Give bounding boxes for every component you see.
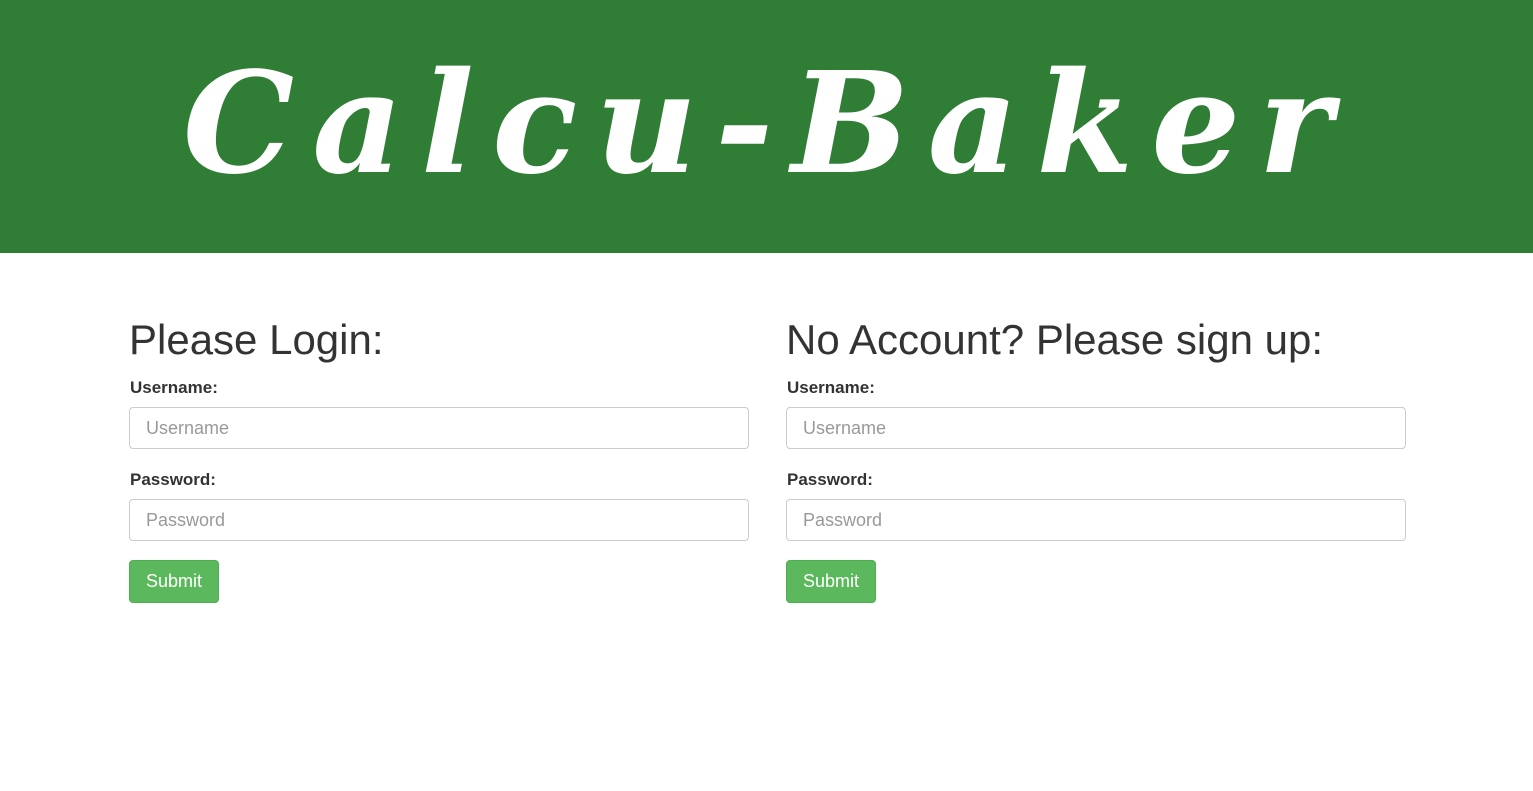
login-username-input[interactable]: [129, 407, 749, 449]
header-banner: Calcu-Baker: [0, 0, 1533, 253]
signup-username-input[interactable]: [786, 407, 1406, 449]
login-password-input[interactable]: [129, 499, 749, 541]
login-form: Please Login: Username: Password: Submit: [129, 316, 749, 603]
login-title: Please Login:: [129, 316, 384, 363]
login-submit-button[interactable]: Submit: [129, 560, 220, 603]
login-username-label: Username:: [130, 378, 218, 397]
brand-logo-text: Calcu-Baker: [182, 42, 1351, 206]
signup-title: No Account? Please sign up:: [786, 316, 1324, 363]
signup-form: No Account? Please sign up: Username: Pa…: [786, 316, 1406, 603]
signup-submit-button[interactable]: Submit: [786, 560, 877, 603]
signup-username-label: Username:: [787, 378, 875, 397]
login-password-label: Password:: [130, 470, 216, 489]
signup-password-label: Password:: [787, 470, 873, 489]
signup-password-input[interactable]: [786, 499, 1406, 541]
